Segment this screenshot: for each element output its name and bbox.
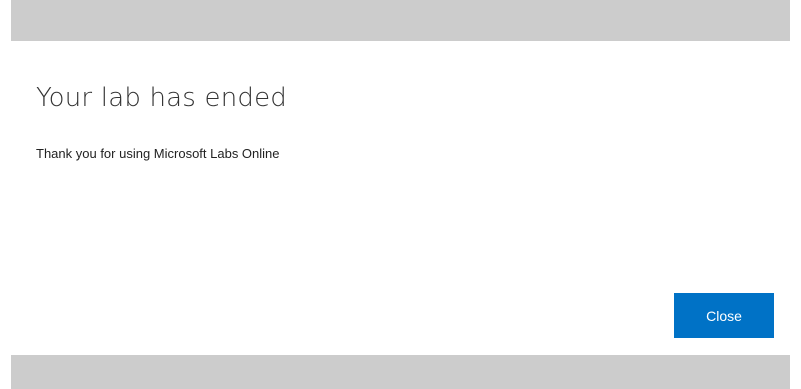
- page: Your lab has ended Thank you for using M…: [0, 0, 801, 389]
- close-button[interactable]: Close: [674, 293, 774, 338]
- lab-ended-dialog: Your lab has ended Thank you for using M…: [11, 41, 790, 355]
- overlay-band-bottom: [11, 355, 790, 389]
- dialog-title: Your lab has ended: [36, 83, 287, 113]
- overlay-band-top: [11, 0, 790, 41]
- dialog-message: Thank you for using Microsoft Labs Onlin…: [36, 146, 280, 161]
